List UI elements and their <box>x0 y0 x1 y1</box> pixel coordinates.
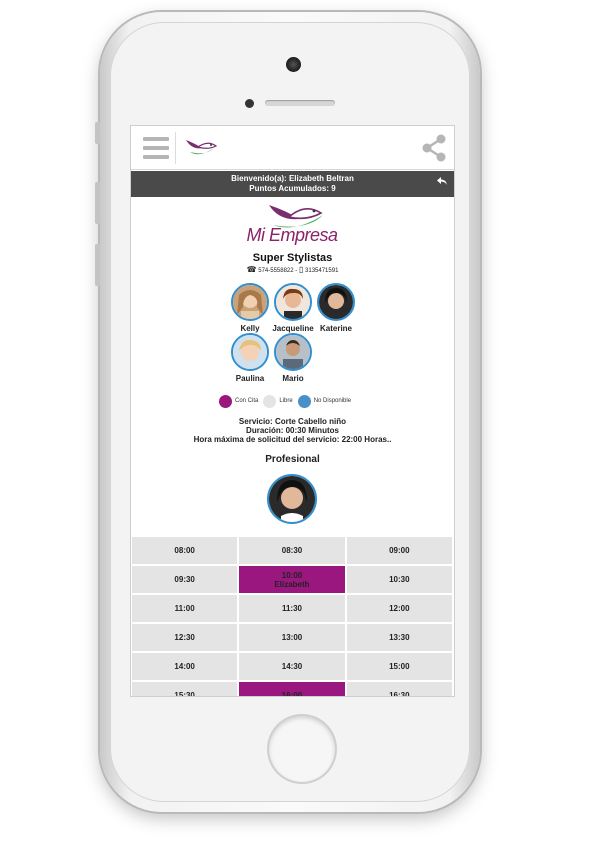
time-slot[interactable]: 15:00 <box>346 653 452 680</box>
time-slot[interactable]: 13:00 <box>239 624 345 651</box>
avatar <box>231 283 269 321</box>
time-slot[interactable]: 15:30 <box>132 682 238 697</box>
professional-heading: Profesional <box>265 454 320 465</box>
bird-logo-icon[interactable] <box>184 136 218 160</box>
slot-time: 09:00 <box>389 546 410 555</box>
status-legend: Con Cita Libre No Disponible <box>219 393 356 409</box>
slot-time: 10:30 <box>389 575 410 584</box>
hamburger-menu-icon[interactable] <box>143 137 169 161</box>
welcome-text: Bienvenido(a): Elizabeth Beltran <box>231 174 354 183</box>
home-button[interactable] <box>269 716 335 782</box>
business-phones: ☎ 574-5558822 - ▯ 3135471591 <box>131 265 454 274</box>
stylist-name: Paulina <box>235 374 265 383</box>
stylist-name: Katerine <box>319 324 352 333</box>
time-slot[interactable]: 11:00 <box>132 595 238 622</box>
time-slot[interactable]: 16:30 <box>346 682 452 697</box>
time-slot[interactable]: 09:30 <box>132 566 238 593</box>
phone-landline[interactable]: 574-5558822 <box>258 268 293 274</box>
app-screen: Bienvenido(a): Elizabeth Beltran Puntos … <box>130 125 455 697</box>
share-icon[interactable] <box>421 134 447 162</box>
stylist-jacqueline[interactable]: Jacqueline <box>270 283 316 333</box>
telephone-icon: ☎ <box>246 265 257 274</box>
business-name: Super Stylistas <box>252 252 333 264</box>
mobile-phone-icon: ▯ <box>298 265 304 274</box>
slot-time: 11:30 <box>281 604 302 613</box>
stylist-katerine[interactable]: Katerine <box>313 283 359 333</box>
time-slot[interactable]: 10:00 Elizabeth <box>239 566 345 593</box>
service-duration: Duración: 00:30 Minutos <box>246 426 339 435</box>
slot-time: 14:00 <box>174 662 195 671</box>
time-slot[interactable]: 14:00 <box>132 653 238 680</box>
avatar <box>231 333 269 371</box>
time-slot-grid: 08:00 08:30 09:00 09:30 10:00 Elizabeth 10:30 1… <box>132 537 452 697</box>
points-text: Puntos Acumulados: 9 <box>249 184 336 193</box>
slot-time: 11:00 <box>174 604 195 613</box>
main-content: Mi Empresa Super Stylistas ☎ 574-5558822… <box>131 197 454 696</box>
volume-down-button <box>95 244 100 286</box>
stylist-name: Kelly <box>240 324 260 333</box>
time-slot[interactable]: 13:30 <box>346 624 452 651</box>
service-max-time: Hora máxima de solicitud del servicio: 2… <box>193 435 392 444</box>
camera-icon <box>286 57 301 72</box>
stylist-name: Mario <box>282 374 304 383</box>
stylist-mario[interactable]: Mario <box>270 333 316 383</box>
slot-time: 08:30 <box>281 546 303 555</box>
legend-label-booked: Con Cita <box>235 398 259 404</box>
time-slot[interactable]: 12:00 <box>346 595 452 622</box>
slot-time: 10:00 <box>281 570 303 580</box>
slot-time: 16:00 <box>281 691 303 697</box>
legend-dot-booked <box>219 394 232 408</box>
slot-time: 15:30 <box>174 691 195 697</box>
back-arrow-icon[interactable] <box>436 176 448 186</box>
slot-time: 08:00 <box>174 546 195 555</box>
time-slot[interactable]: 09:00 <box>346 537 452 564</box>
avatar <box>274 333 312 371</box>
selected-professional-avatar[interactable] <box>267 474 317 524</box>
mute-switch <box>95 122 100 144</box>
legend-dot-free <box>263 394 277 408</box>
slot-time: 12:00 <box>389 604 410 613</box>
service-name: Servicio: Corte Cabello niño <box>238 417 347 426</box>
slot-time: 12:30 <box>174 633 195 642</box>
time-slot[interactable]: 08:30 <box>239 537 345 564</box>
brand-logo-text: Mi Empresa <box>246 225 338 245</box>
time-slot[interactable]: 08:00 <box>132 537 238 564</box>
stylist-name: Jacqueline <box>272 324 314 333</box>
time-slot[interactable]: 10:30 <box>346 566 452 593</box>
avatar <box>274 283 312 321</box>
avatar <box>317 283 355 321</box>
sensor-dot <box>245 99 254 108</box>
time-slot[interactable]: 14:30 <box>239 653 345 680</box>
time-slot[interactable]: 12:30 <box>132 624 238 651</box>
slot-time: 13:00 <box>281 633 303 642</box>
slot-client: Elizabeth <box>274 579 310 589</box>
slot-time: 14:30 <box>281 662 303 671</box>
slot-time: 16:30 <box>389 691 410 697</box>
app-toolbar <box>131 126 454 170</box>
phone-mobile[interactable]: 3135471591 <box>305 268 338 274</box>
legend-label-unavailable: No Disponible <box>313 398 352 404</box>
time-slot[interactable]: 16:00 <box>239 682 345 697</box>
legend-dot-unavailable <box>297 394 311 408</box>
legend-label-free: Libre <box>279 398 293 404</box>
stylist-kelly[interactable]: Kelly <box>227 283 273 333</box>
slot-time: 09:30 <box>174 575 195 584</box>
welcome-bar: Bienvenido(a): Elizabeth Beltran Puntos … <box>131 171 454 197</box>
slot-time: 15:00 <box>389 662 410 671</box>
service-info: Servicio: Corte Cabello niño Duración: 0… <box>131 417 454 444</box>
stylist-paulina[interactable]: Paulina <box>227 333 273 383</box>
slot-time: 13:30 <box>389 633 410 642</box>
earpiece-speaker <box>265 100 335 106</box>
volume-up-button <box>95 182 100 224</box>
toolbar-divider <box>175 132 176 164</box>
time-slot[interactable]: 11:30 <box>239 595 345 622</box>
